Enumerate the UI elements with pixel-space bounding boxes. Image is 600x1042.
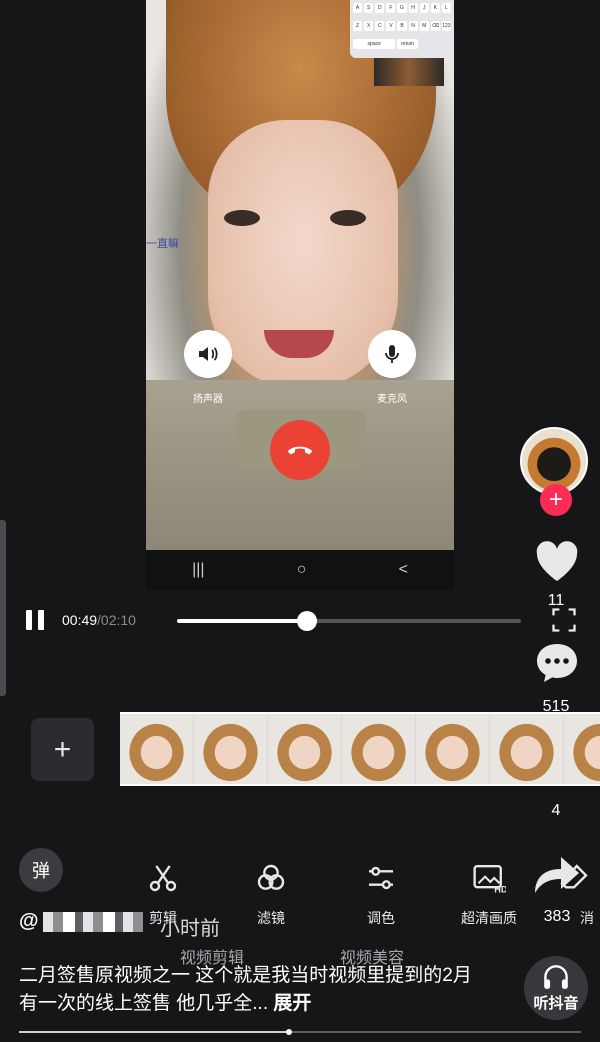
favorite-count: 4 (551, 802, 561, 819)
keyboard-key: B (397, 21, 407, 31)
speaker-icon (199, 347, 218, 361)
speaker-button[interactable] (184, 330, 232, 378)
microphone-button[interactable] (368, 330, 416, 378)
hd-image-icon: HD (473, 865, 506, 894)
caption-text: 二月签售原视频之一 这个就是我当时视频里提到的2月有一次的线上签售 他几乎全..… (19, 965, 472, 1014)
microphone-label: 麦克风 (377, 394, 407, 405)
filter-icon (257, 864, 285, 890)
keyboard-key: M (419, 21, 429, 31)
listen-douyin-label: 听抖音 (533, 994, 579, 1012)
scissors-icon (149, 865, 177, 892)
keyboard-key: 123 (441, 21, 451, 31)
person-eye-right (330, 210, 366, 226)
expand-link[interactable]: 展开 (273, 993, 311, 1014)
keyboard-key: A (353, 3, 363, 13)
plus-icon: + (53, 732, 72, 766)
microphone-icon (385, 345, 399, 363)
recents-icon: ||| (192, 561, 205, 578)
person-eye-left (224, 210, 260, 226)
keyboard-key: H (408, 3, 418, 13)
danmu-button[interactable]: 弹 (19, 848, 63, 892)
feed-progress-bar[interactable] (19, 1029, 581, 1035)
back-icon: < (398, 561, 408, 578)
hangup-button[interactable] (270, 420, 330, 480)
keyboard-key: L (441, 3, 451, 13)
post-caption: 二月签售原视频之一 这个就是我当时视频里提到的2月有一次的线上签售 他几乎全..… (19, 962, 489, 1018)
keyboard-key: space (353, 39, 396, 49)
listen-douyin-button[interactable]: 听抖音 (524, 956, 588, 1020)
current-time: 00:49 (62, 612, 98, 628)
tool-hd[interactable]: HD 超清画质 (449, 858, 529, 928)
filmstrip-frame (416, 714, 490, 784)
tool-adjust[interactable]: 调色 (341, 858, 421, 928)
seek-bar-progress (177, 619, 307, 623)
keyboard-key: S (364, 3, 374, 13)
like-button[interactable] (532, 538, 582, 584)
speaker-label: 扬声器 (193, 394, 223, 405)
headphones-icon (544, 964, 568, 989)
fullscreen-icon (552, 608, 576, 632)
background-text: 一直嘛 (146, 238, 179, 250)
redacted-username (42, 911, 143, 932)
seek-bar[interactable] (177, 611, 521, 631)
pause-button[interactable] (26, 610, 46, 632)
phone-hangup-icon (287, 446, 313, 455)
keyboard-key: K (430, 3, 440, 13)
side-handle[interactable] (0, 520, 6, 696)
pause-icon (26, 610, 32, 630)
keyboard-key: N (408, 21, 418, 31)
add-clip-button[interactable]: + (31, 718, 94, 781)
plus-icon: + (548, 486, 563, 513)
video-filmstrip[interactable] (120, 712, 600, 786)
keyboard-key: return (397, 39, 418, 49)
author-prefix: @ (19, 910, 39, 932)
keyboard-key: F (386, 3, 396, 13)
video-player[interactable]: 一直嘛 A S D F G H J K L Z X C V B N M ⌫ 123 space return 扬声器 … (146, 0, 454, 590)
keyboard-key: Z (353, 21, 363, 31)
tool-filter[interactable]: 滤镜 (231, 858, 311, 928)
filmstrip-frame (342, 714, 416, 784)
post-time: 小时前 (160, 918, 220, 940)
fullscreen-button[interactable] (550, 606, 578, 634)
filmstrip-frame (194, 714, 268, 784)
filmstrip-frame (120, 714, 194, 784)
keyboard-key: J (419, 3, 429, 13)
keyboard-key: D (375, 3, 385, 13)
onscreen-keyboard: A S D F G H J K L Z X C V B N M ⌫ 123 space return (350, 0, 454, 58)
tool-erase-label: 消 (580, 910, 594, 926)
filmstrip-frame (564, 714, 600, 784)
keyboard-key: G (397, 3, 407, 13)
home-icon: ○ (296, 561, 307, 578)
sliders-icon (369, 866, 393, 890)
keyboard-key: X (364, 21, 374, 31)
filmstrip-frame (268, 714, 342, 784)
comment-icon (537, 644, 577, 682)
total-time: /02:10 (97, 612, 136, 628)
author-name[interactable]: @ (19, 910, 143, 933)
keyboard-key: V (386, 21, 396, 31)
tool-erase[interactable]: 消 (558, 858, 600, 928)
keyboard-key: C (375, 21, 385, 31)
android-navigation-bar: ||| ○ < (146, 550, 454, 590)
comment-button[interactable] (532, 640, 582, 686)
tool-adjust-label: 调色 (367, 910, 395, 926)
tool-filter-label: 滤镜 (257, 910, 285, 926)
heart-icon (536, 541, 578, 581)
pip-preview (374, 58, 444, 86)
danmu-label: 弹 (32, 861, 50, 881)
feed-progress-fill (19, 1031, 289, 1033)
svg-text:HD: HD (494, 884, 506, 894)
eraser-icon (560, 864, 588, 889)
filmstrip-frame (490, 714, 564, 784)
tool-hd-label: 超清画质 (461, 910, 517, 926)
playback-time: 00:49/02:10 (62, 612, 136, 628)
keyboard-key: ⌫ (430, 21, 440, 31)
follow-button[interactable]: + (540, 484, 572, 516)
feed-progress-thumb (285, 1029, 292, 1035)
seek-bar-thumb[interactable] (296, 611, 317, 631)
